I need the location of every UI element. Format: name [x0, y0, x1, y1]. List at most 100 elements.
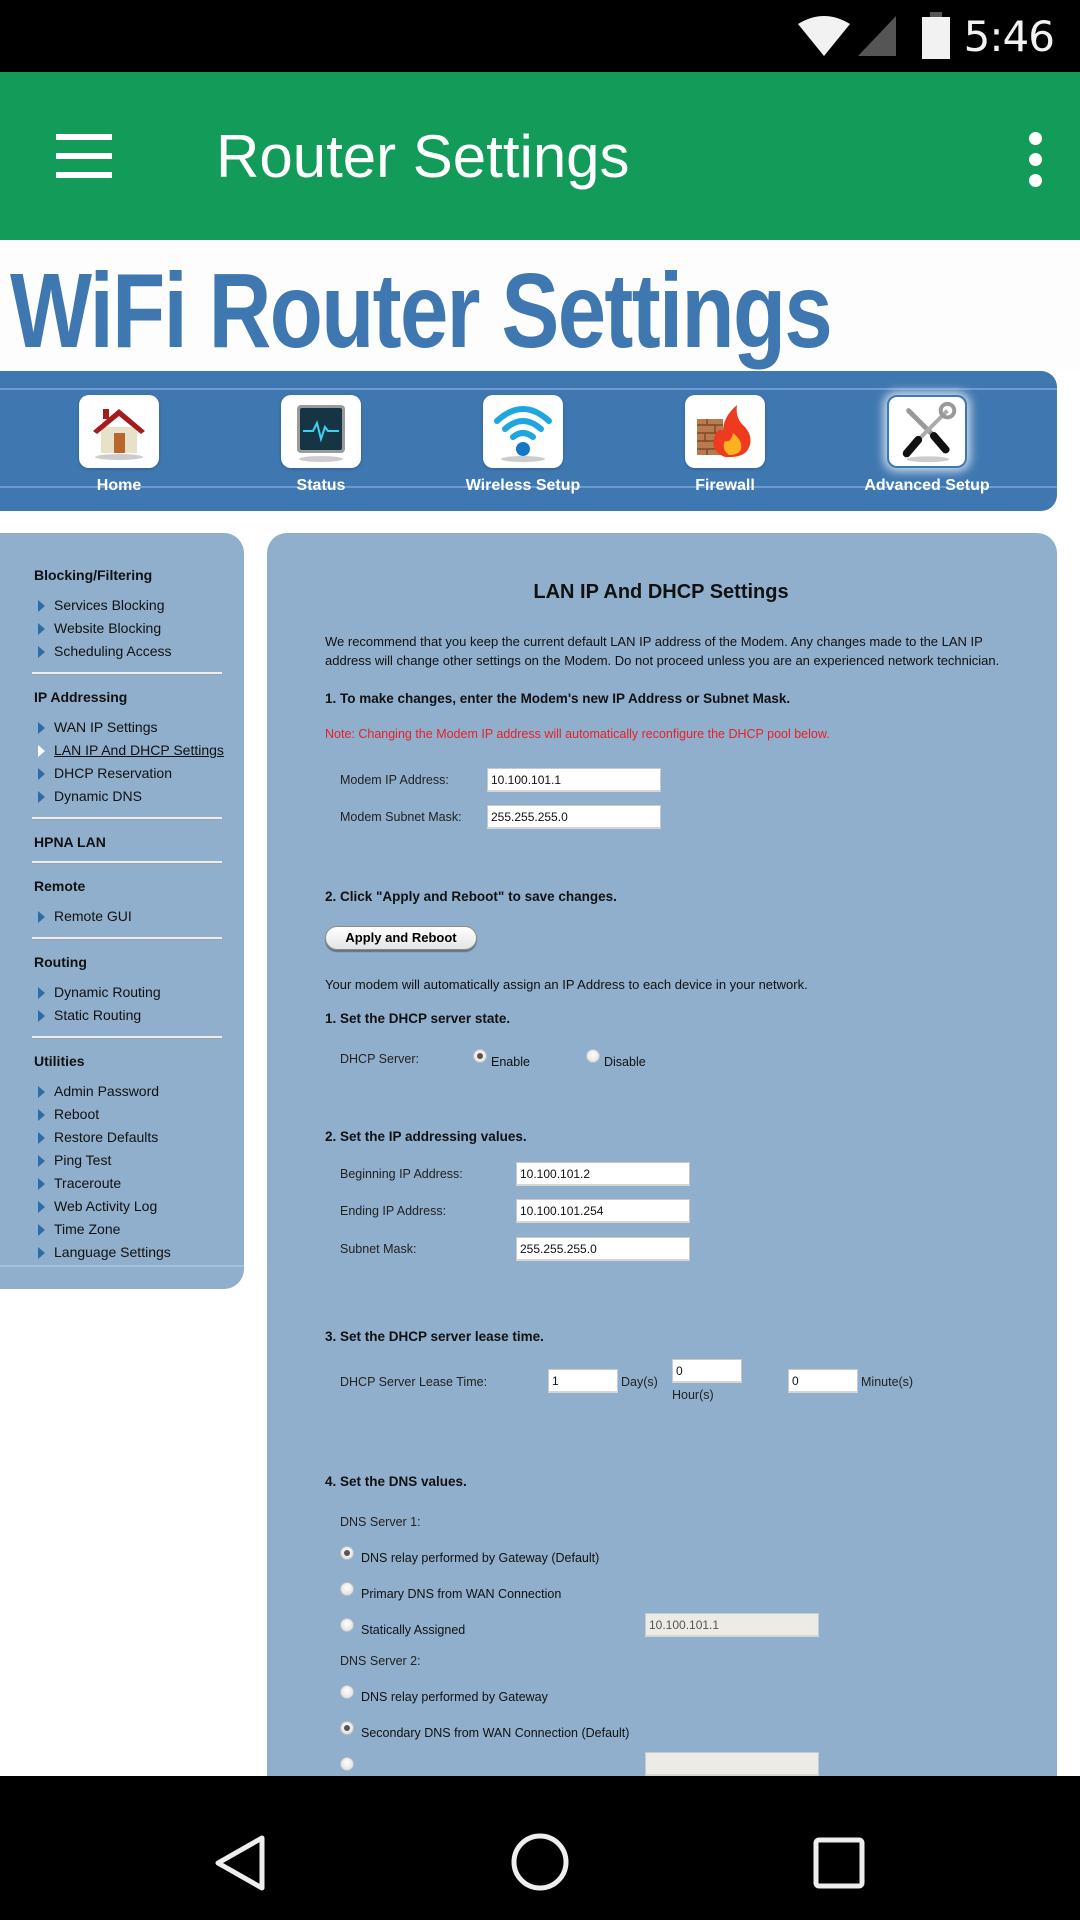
sidebar-item-ping-test[interactable]: Ping Test: [34, 1149, 224, 1172]
apply-and-reboot-button[interactable]: Apply and Reboot: [325, 926, 477, 950]
sidebar-item-remote-gui[interactable]: Remote GUI: [34, 905, 224, 928]
chevron-right-icon: [38, 623, 45, 635]
chevron-right-icon: [38, 600, 45, 612]
sidebar-item-static-routing[interactable]: Static Routing: [34, 1004, 224, 1027]
site-logo: WiFi Router Settings: [10, 252, 833, 370]
sidebar-item-services-blocking[interactable]: Services Blocking: [34, 594, 224, 617]
dhcp-enable-label: Enable: [491, 1055, 530, 1069]
step-change-ip-heading: 1. To make changes, enter the Modem's ne…: [325, 691, 791, 706]
dns2-secondary-wan-label: Secondary DNS from WAN Connection (Defau…: [361, 1726, 630, 1740]
chevron-right-icon: [38, 1178, 45, 1190]
sidebar-heading: Blocking/Filtering: [34, 567, 153, 583]
modem-ip-input[interactable]: [487, 768, 661, 792]
intro-text-line2: address will change other settings on th…: [325, 653, 1000, 668]
sidebar-item-time-zone[interactable]: Time Zone: [34, 1218, 224, 1241]
sidebar-item-dynamic-dns[interactable]: Dynamic DNS: [34, 785, 224, 808]
sidebar: Blocking/Filtering Services Blocking Web…: [0, 533, 244, 1289]
sidebar-item-dhcp-reservation[interactable]: DHCP Reservation: [34, 762, 224, 785]
sidebar-item-website-blocking[interactable]: Website Blocking: [34, 617, 224, 640]
dns2-static-input[interactable]: [645, 1752, 819, 1776]
end-ip-label: Ending IP Address:: [340, 1204, 447, 1218]
nav-wireless-setup[interactable]: Wireless Setup: [428, 395, 618, 495]
sidebar-item-scheduling-access[interactable]: Scheduling Access: [34, 640, 224, 663]
sidebar-item-lan-ip-dhcp-settings[interactable]: LAN IP And DHCP Settings: [34, 739, 224, 762]
sidebar-item-traceroute[interactable]: Traceroute: [34, 1172, 224, 1195]
sidebar-heading: Utilities: [34, 1053, 85, 1069]
divider: [32, 861, 222, 864]
subnet-mask-label: Subnet Mask:: [340, 1242, 417, 1256]
lease-hours-input[interactable]: [672, 1359, 742, 1383]
wifi-icon: [798, 16, 850, 56]
more-vert-icon[interactable]: [1020, 132, 1050, 188]
nav-status[interactable]: Status: [226, 395, 416, 495]
lease-hours-unit: Hour(s): [672, 1388, 714, 1402]
divider: [32, 817, 222, 820]
dns1-relay-label: DNS relay performed by Gateway (Default): [361, 1551, 600, 1565]
cell-signal-icon: [858, 16, 896, 56]
dns1-primary-wan-radio[interactable]: [340, 1582, 354, 1596]
begin-ip-input[interactable]: [516, 1162, 690, 1186]
dhcp-disable-radio[interactable]: [586, 1049, 600, 1063]
dns2-static-radio[interactable]: [340, 1757, 354, 1771]
back-icon[interactable]: [210, 1834, 268, 1892]
lease-days-input[interactable]: [548, 1369, 618, 1393]
chevron-right-icon: [38, 987, 45, 999]
home-icon[interactable]: [510, 1832, 570, 1892]
sidebar-item-dynamic-routing[interactable]: Dynamic Routing: [34, 981, 224, 1004]
intro-text-line1: We recommend that you keep the current d…: [325, 634, 983, 649]
chevron-right-icon: [38, 768, 45, 780]
modem-ip-label: Modem IP Address:: [340, 773, 449, 787]
chevron-right-icon: [38, 1247, 45, 1259]
dns1-static-radio[interactable]: [340, 1618, 354, 1632]
app-title: Router Settings: [216, 123, 630, 190]
battery-icon: [922, 12, 950, 59]
sidebar-heading: Remote: [34, 878, 86, 894]
dhcp-intro-text: Your modem will automatically assign an …: [325, 977, 808, 992]
lease-minutes-input[interactable]: [788, 1369, 858, 1393]
nav-status-label: Status: [296, 477, 346, 494]
nav-advanced-setup-label: Advanced Setup: [864, 477, 990, 494]
dns1-static-input[interactable]: [645, 1613, 819, 1637]
top-nav: Home Status Wireless Setup Firewall Adva…: [0, 371, 1057, 511]
banner: WiFi Router Settings: [0, 240, 1080, 370]
chevron-right-icon: [38, 911, 45, 923]
chevron-right-icon: [38, 1201, 45, 1213]
dhcp-step1-heading: 1. Set the DHCP server state.: [325, 1011, 511, 1026]
dns2-relay-radio[interactable]: [340, 1685, 354, 1699]
sidebar-item-admin-password[interactable]: Admin Password: [34, 1080, 224, 1103]
nav-home[interactable]: Home: [24, 395, 214, 495]
subnet-mask-input[interactable]: [516, 1237, 690, 1261]
monitor-pulse-icon: [281, 395, 361, 468]
modem-subnet-mask-input[interactable]: [487, 805, 661, 829]
step-apply-heading: 2. Click "Apply and Reboot" to save chan…: [325, 889, 617, 904]
dns1-primary-wan-label: Primary DNS from WAN Connection: [361, 1587, 562, 1601]
chevron-right-icon: [38, 1132, 45, 1144]
page-title: LAN IP And DHCP Settings: [533, 581, 789, 603]
dhcp-step3-heading: 3. Set the DHCP server lease time.: [325, 1329, 544, 1344]
recents-icon[interactable]: [812, 1836, 866, 1890]
sidebar-item-restore-defaults[interactable]: Restore Defaults: [34, 1126, 224, 1149]
nav-advanced-setup[interactable]: Advanced Setup: [832, 395, 1022, 495]
sidebar-item-language-settings[interactable]: Language Settings: [34, 1241, 224, 1264]
sidebar-item-wan-ip-settings[interactable]: WAN IP Settings: [34, 716, 224, 739]
divider: [32, 672, 222, 675]
status-bar: 5:46: [0, 0, 1080, 72]
chevron-right-icon: [38, 1224, 45, 1236]
sidebar-item-reboot[interactable]: Reboot: [34, 1103, 224, 1126]
sidebar-heading-hpna-lan[interactable]: HPNA LAN: [34, 834, 224, 850]
webview-content[interactable]: WiFi Router Settings Home Status Wireles…: [0, 240, 1080, 1776]
hamburger-menu-icon[interactable]: [56, 134, 112, 178]
dns2-secondary-wan-radio[interactable]: [340, 1721, 354, 1735]
modem-mask-label: Modem Subnet Mask:: [340, 810, 462, 824]
dns1-label: DNS Server 1:: [340, 1515, 421, 1529]
chevron-right-icon: [38, 791, 45, 803]
nav-wireless-setup-label: Wireless Setup: [465, 477, 581, 494]
end-ip-input[interactable]: [516, 1199, 690, 1223]
tools-icon: [887, 395, 967, 468]
chevron-right-icon: [38, 646, 45, 658]
sidebar-item-web-activity-log[interactable]: Web Activity Log: [34, 1195, 224, 1218]
nav-firewall[interactable]: Firewall: [630, 395, 820, 495]
lease-time-label: DHCP Server Lease Time:: [340, 1375, 488, 1389]
dns1-relay-radio[interactable]: [340, 1546, 354, 1560]
dhcp-enable-radio[interactable]: [473, 1049, 487, 1063]
